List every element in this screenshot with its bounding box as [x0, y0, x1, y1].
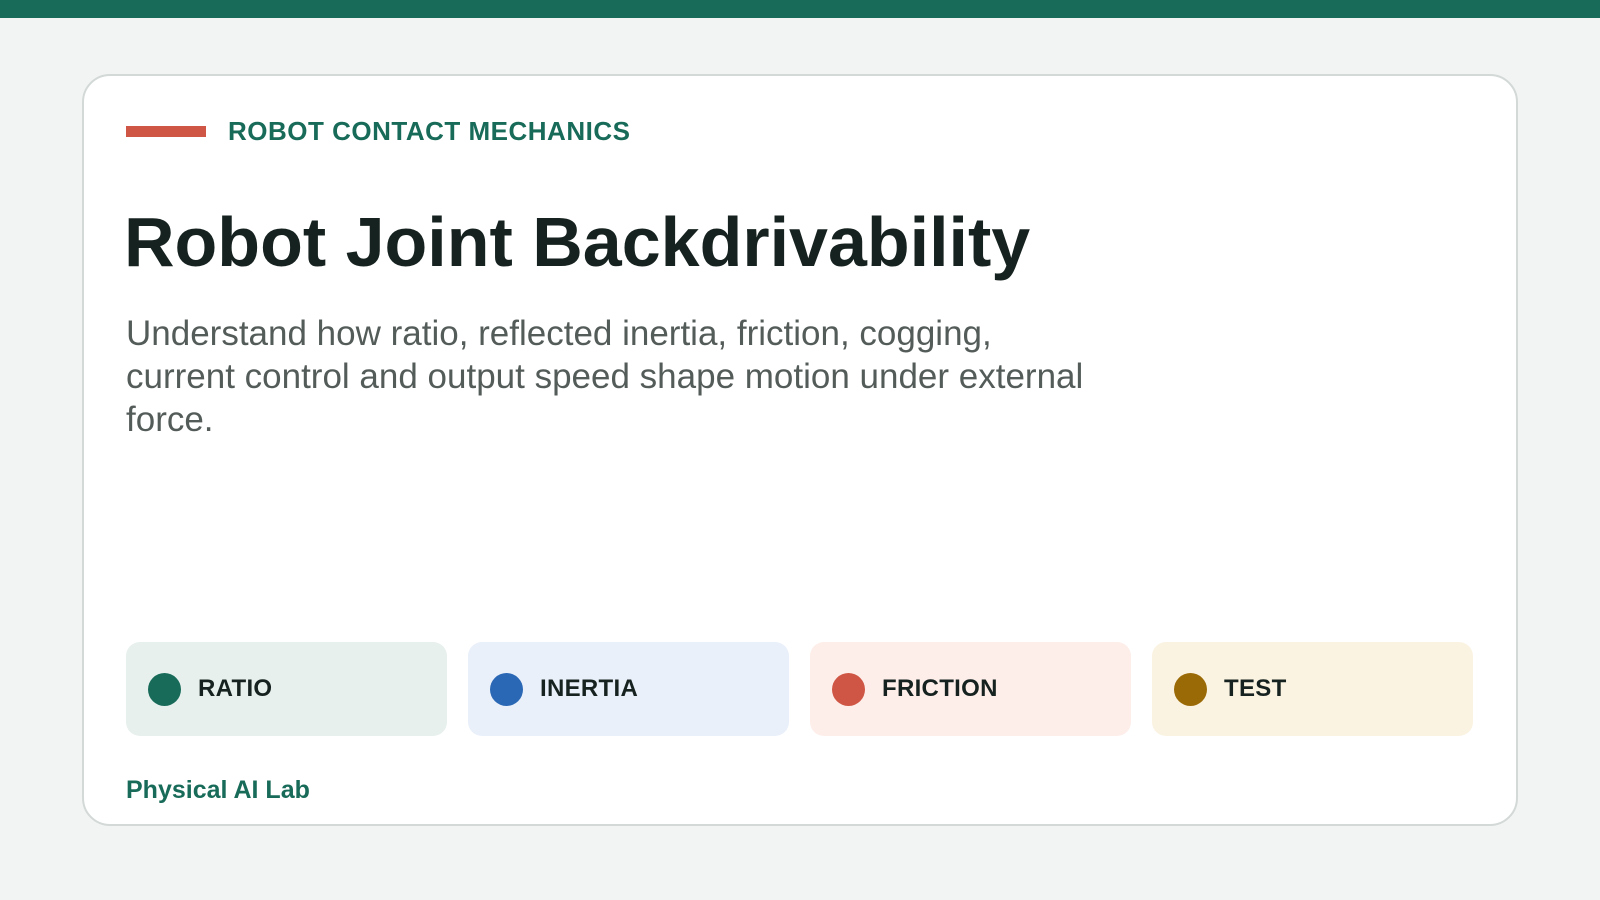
chip-dot-icon [490, 672, 523, 706]
chip-label: RATIO [198, 675, 273, 702]
topic-chips: RATIO INERTIA FRICTION TEST [126, 642, 1473, 736]
chip-label: FRICTION [882, 675, 998, 702]
chip-label: INERTIA [540, 675, 639, 702]
chip-test: TEST [1152, 642, 1473, 736]
chip-ratio: RATIO [126, 642, 447, 736]
eyebrow: ROBOT CONTACT MECHANICS [126, 114, 630, 148]
chip-label: TEST [1224, 675, 1287, 702]
eyebrow-accent-line [126, 125, 206, 137]
chip-dot-icon [148, 672, 181, 706]
hero-card: ROBOT CONTACT MECHANICS Robot Joint Back… [82, 74, 1518, 826]
footer-brand: Physical AI Lab [126, 776, 310, 804]
page-title: Robot Joint Backdrivability [124, 203, 1031, 281]
page-subtitle: Understand how ratio, reflected inertia,… [126, 314, 1084, 439]
chip-dot-icon [1174, 672, 1207, 706]
chip-inertia: INERTIA [468, 642, 789, 736]
eyebrow-label: ROBOT CONTACT MECHANICS [228, 115, 631, 146]
chip-dot-icon [832, 672, 865, 706]
chip-friction: FRICTION [810, 642, 1131, 736]
top-accent-bar [0, 0, 1600, 18]
